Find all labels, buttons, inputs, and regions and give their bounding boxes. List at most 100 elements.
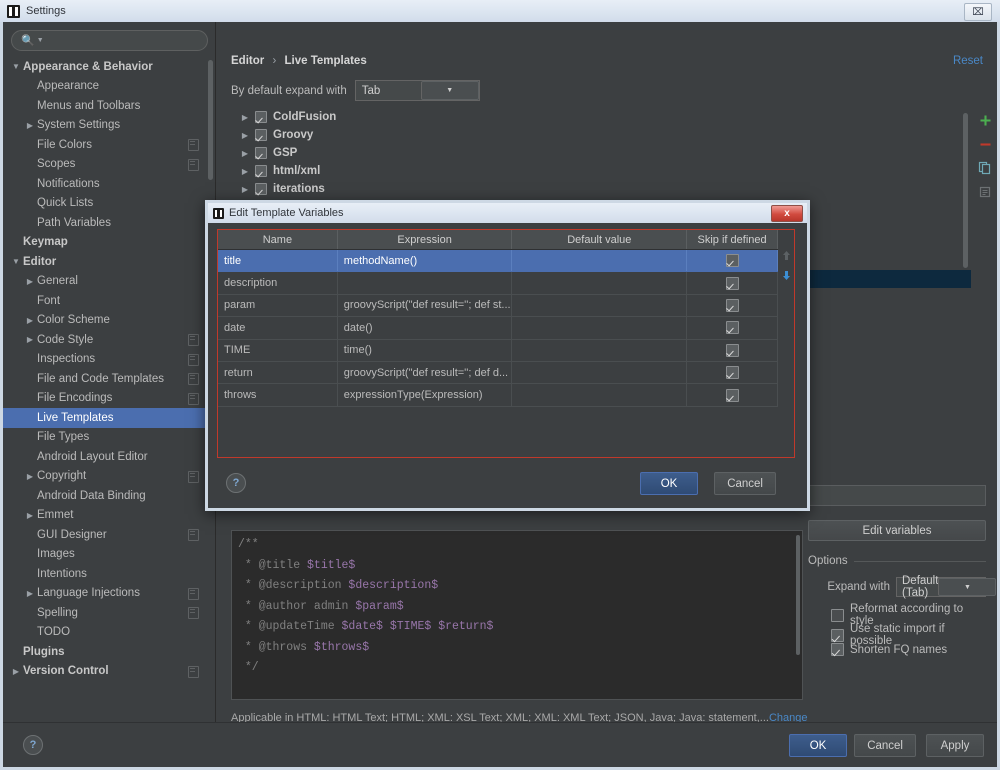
sidebar-item-plugins[interactable]: ▶Plugins bbox=[3, 642, 209, 662]
column-header[interactable]: Default value bbox=[512, 230, 687, 249]
cell-expression[interactable] bbox=[338, 272, 513, 293]
sidebar-item-quick-lists[interactable]: ▶Quick Lists bbox=[3, 194, 209, 214]
cell-name[interactable]: return bbox=[218, 362, 338, 383]
skip-if-defined-checkbox[interactable] bbox=[726, 366, 739, 379]
cell-default[interactable] bbox=[512, 384, 687, 405]
skip-if-defined-checkbox[interactable] bbox=[726, 277, 739, 290]
table-row[interactable]: paramgroovyScript("def result=''; def st… bbox=[218, 295, 778, 317]
remove-icon[interactable] bbox=[976, 135, 994, 153]
duplicate-icon[interactable] bbox=[976, 183, 994, 201]
template-group-checkbox[interactable] bbox=[255, 165, 267, 177]
sidebar-item-font[interactable]: ▶Font bbox=[3, 291, 209, 311]
cell-skip-if-defined[interactable] bbox=[687, 362, 778, 383]
sidebar-item-appearance-behavior[interactable]: ▼Appearance & Behavior bbox=[3, 57, 209, 77]
variables-table[interactable]: NameExpressionDefault valueSkip if defin… bbox=[218, 230, 778, 457]
table-row[interactable]: description bbox=[218, 272, 778, 294]
sidebar-item-language-injections[interactable]: ▶Language Injections bbox=[3, 584, 209, 604]
breadcrumb-root[interactable]: Editor bbox=[231, 55, 264, 67]
templates-scrollbar[interactable] bbox=[963, 113, 968, 268]
copy-icon[interactable] bbox=[976, 159, 994, 177]
search-input[interactable] bbox=[44, 34, 207, 48]
table-row[interactable]: throwsexpressionType(Expression) bbox=[218, 384, 778, 406]
window-close-button[interactable]: ⌧ bbox=[964, 3, 992, 21]
chevron-down-icon[interactable]: ▼ bbox=[421, 81, 479, 100]
table-body[interactable]: titlemethodName()descriptionparamgroovyS… bbox=[218, 250, 778, 407]
template-group-row[interactable]: ▶iterations bbox=[231, 180, 971, 198]
sidebar-item-menus-and-toolbars[interactable]: ▶Menus and Toolbars bbox=[3, 96, 209, 116]
expand-with-select[interactable]: Tab ▼ bbox=[355, 80, 480, 101]
template-group-checkbox[interactable] bbox=[255, 147, 267, 159]
sidebar-item-images[interactable]: ▶Images bbox=[3, 545, 209, 565]
chevron-right-icon[interactable]: ▶ bbox=[239, 167, 251, 176]
add-icon[interactable] bbox=[976, 111, 994, 129]
ok-button[interactable]: OK bbox=[789, 734, 847, 757]
cell-skip-if-defined[interactable] bbox=[687, 317, 778, 338]
sidebar-item-notifications[interactable]: ▶Notifications bbox=[3, 174, 209, 194]
sidebar-scrollbar[interactable] bbox=[208, 60, 213, 180]
cell-skip-if-defined[interactable] bbox=[687, 250, 778, 271]
apply-button[interactable]: Apply bbox=[926, 734, 984, 757]
option-checkbox[interactable] bbox=[831, 643, 844, 656]
cell-skip-if-defined[interactable] bbox=[687, 295, 778, 316]
chevron-right-icon[interactable]: ▶ bbox=[25, 335, 35, 344]
column-header[interactable]: Skip if defined bbox=[687, 230, 778, 249]
help-button[interactable]: ? bbox=[23, 735, 43, 755]
cell-skip-if-defined[interactable] bbox=[687, 340, 778, 361]
cell-default[interactable] bbox=[512, 295, 687, 316]
cell-expression[interactable]: date() bbox=[338, 317, 513, 338]
chevron-right-icon[interactable]: ▶ bbox=[25, 472, 35, 481]
cell-name[interactable]: TIME bbox=[218, 340, 338, 361]
chevron-down-icon[interactable]: ▼ bbox=[11, 62, 21, 71]
template-group-row[interactable]: ▶html/xml bbox=[231, 162, 971, 180]
chevron-right-icon[interactable]: ▶ bbox=[239, 149, 251, 158]
skip-if-defined-checkbox[interactable] bbox=[726, 299, 739, 312]
reset-link[interactable]: Reset bbox=[953, 55, 983, 67]
sidebar-item-color-scheme[interactable]: ▶Color Scheme bbox=[3, 311, 209, 331]
chevron-right-icon[interactable]: ▶ bbox=[25, 277, 35, 286]
sidebar-item-live-templates[interactable]: ▶Live Templates bbox=[3, 408, 209, 428]
chevron-right-icon[interactable]: ▶ bbox=[25, 121, 35, 130]
skip-if-defined-checkbox[interactable] bbox=[726, 321, 739, 334]
sidebar-item-todo[interactable]: ▶TODO bbox=[3, 623, 209, 643]
cell-skip-if-defined[interactable] bbox=[687, 384, 778, 405]
sidebar-item-file-types[interactable]: ▶File Types bbox=[3, 428, 209, 448]
cell-expression[interactable]: expressionType(Expression) bbox=[338, 384, 513, 405]
cell-expression[interactable]: time() bbox=[338, 340, 513, 361]
arrow-down-icon[interactable] bbox=[781, 269, 792, 285]
chevron-right-icon[interactable]: ▶ bbox=[25, 589, 35, 598]
cell-default[interactable] bbox=[512, 362, 687, 383]
sidebar-item-intentions[interactable]: ▶Intentions bbox=[3, 564, 209, 584]
option-checkbox-row[interactable]: Shorten FQ names bbox=[808, 643, 986, 656]
skip-if-defined-checkbox[interactable] bbox=[726, 344, 739, 357]
table-row[interactable]: returngroovyScript("def result=''; def d… bbox=[218, 362, 778, 384]
sidebar-item-emmet[interactable]: ▶Emmet bbox=[3, 506, 209, 526]
sidebar-item-system-settings[interactable]: ▶System Settings bbox=[3, 116, 209, 136]
template-text-editor[interactable]: /** * @title $title$ * @description $des… bbox=[231, 530, 803, 700]
template-group-row[interactable]: ▶ColdFusion bbox=[231, 108, 971, 126]
dialog-close-button[interactable]: x bbox=[771, 205, 803, 222]
skip-if-defined-checkbox[interactable] bbox=[726, 389, 739, 402]
cell-name[interactable]: description bbox=[218, 272, 338, 293]
cell-default[interactable] bbox=[512, 340, 687, 361]
cell-name[interactable]: param bbox=[218, 295, 338, 316]
sidebar-item-file-colors[interactable]: ▶File Colors bbox=[3, 135, 209, 155]
cell-default[interactable] bbox=[512, 272, 687, 293]
chevron-right-icon[interactable]: ▶ bbox=[239, 131, 251, 140]
table-row[interactable]: datedate() bbox=[218, 317, 778, 339]
sidebar-item-inspections[interactable]: ▶Inspections bbox=[3, 350, 209, 370]
skip-if-defined-checkbox[interactable] bbox=[726, 254, 739, 267]
template-group-row[interactable]: ▶GSP bbox=[231, 144, 971, 162]
table-row[interactable]: TIMEtime() bbox=[218, 340, 778, 362]
chevron-right-icon[interactable]: ▶ bbox=[25, 316, 35, 325]
edit-variables-button[interactable]: Edit variables bbox=[808, 520, 986, 541]
dialog-ok-button[interactable]: OK bbox=[640, 472, 698, 495]
dialog-cancel-button[interactable]: Cancel bbox=[714, 472, 776, 495]
template-group-checkbox[interactable] bbox=[255, 111, 267, 123]
chevron-right-icon[interactable]: ▶ bbox=[25, 511, 35, 520]
option-checkbox[interactable] bbox=[831, 609, 844, 622]
column-header[interactable]: Expression bbox=[338, 230, 513, 249]
option-checkbox[interactable] bbox=[831, 629, 844, 642]
cell-default[interactable] bbox=[512, 250, 687, 271]
column-header[interactable]: Name bbox=[218, 230, 338, 249]
sidebar-item-general[interactable]: ▶General bbox=[3, 272, 209, 292]
